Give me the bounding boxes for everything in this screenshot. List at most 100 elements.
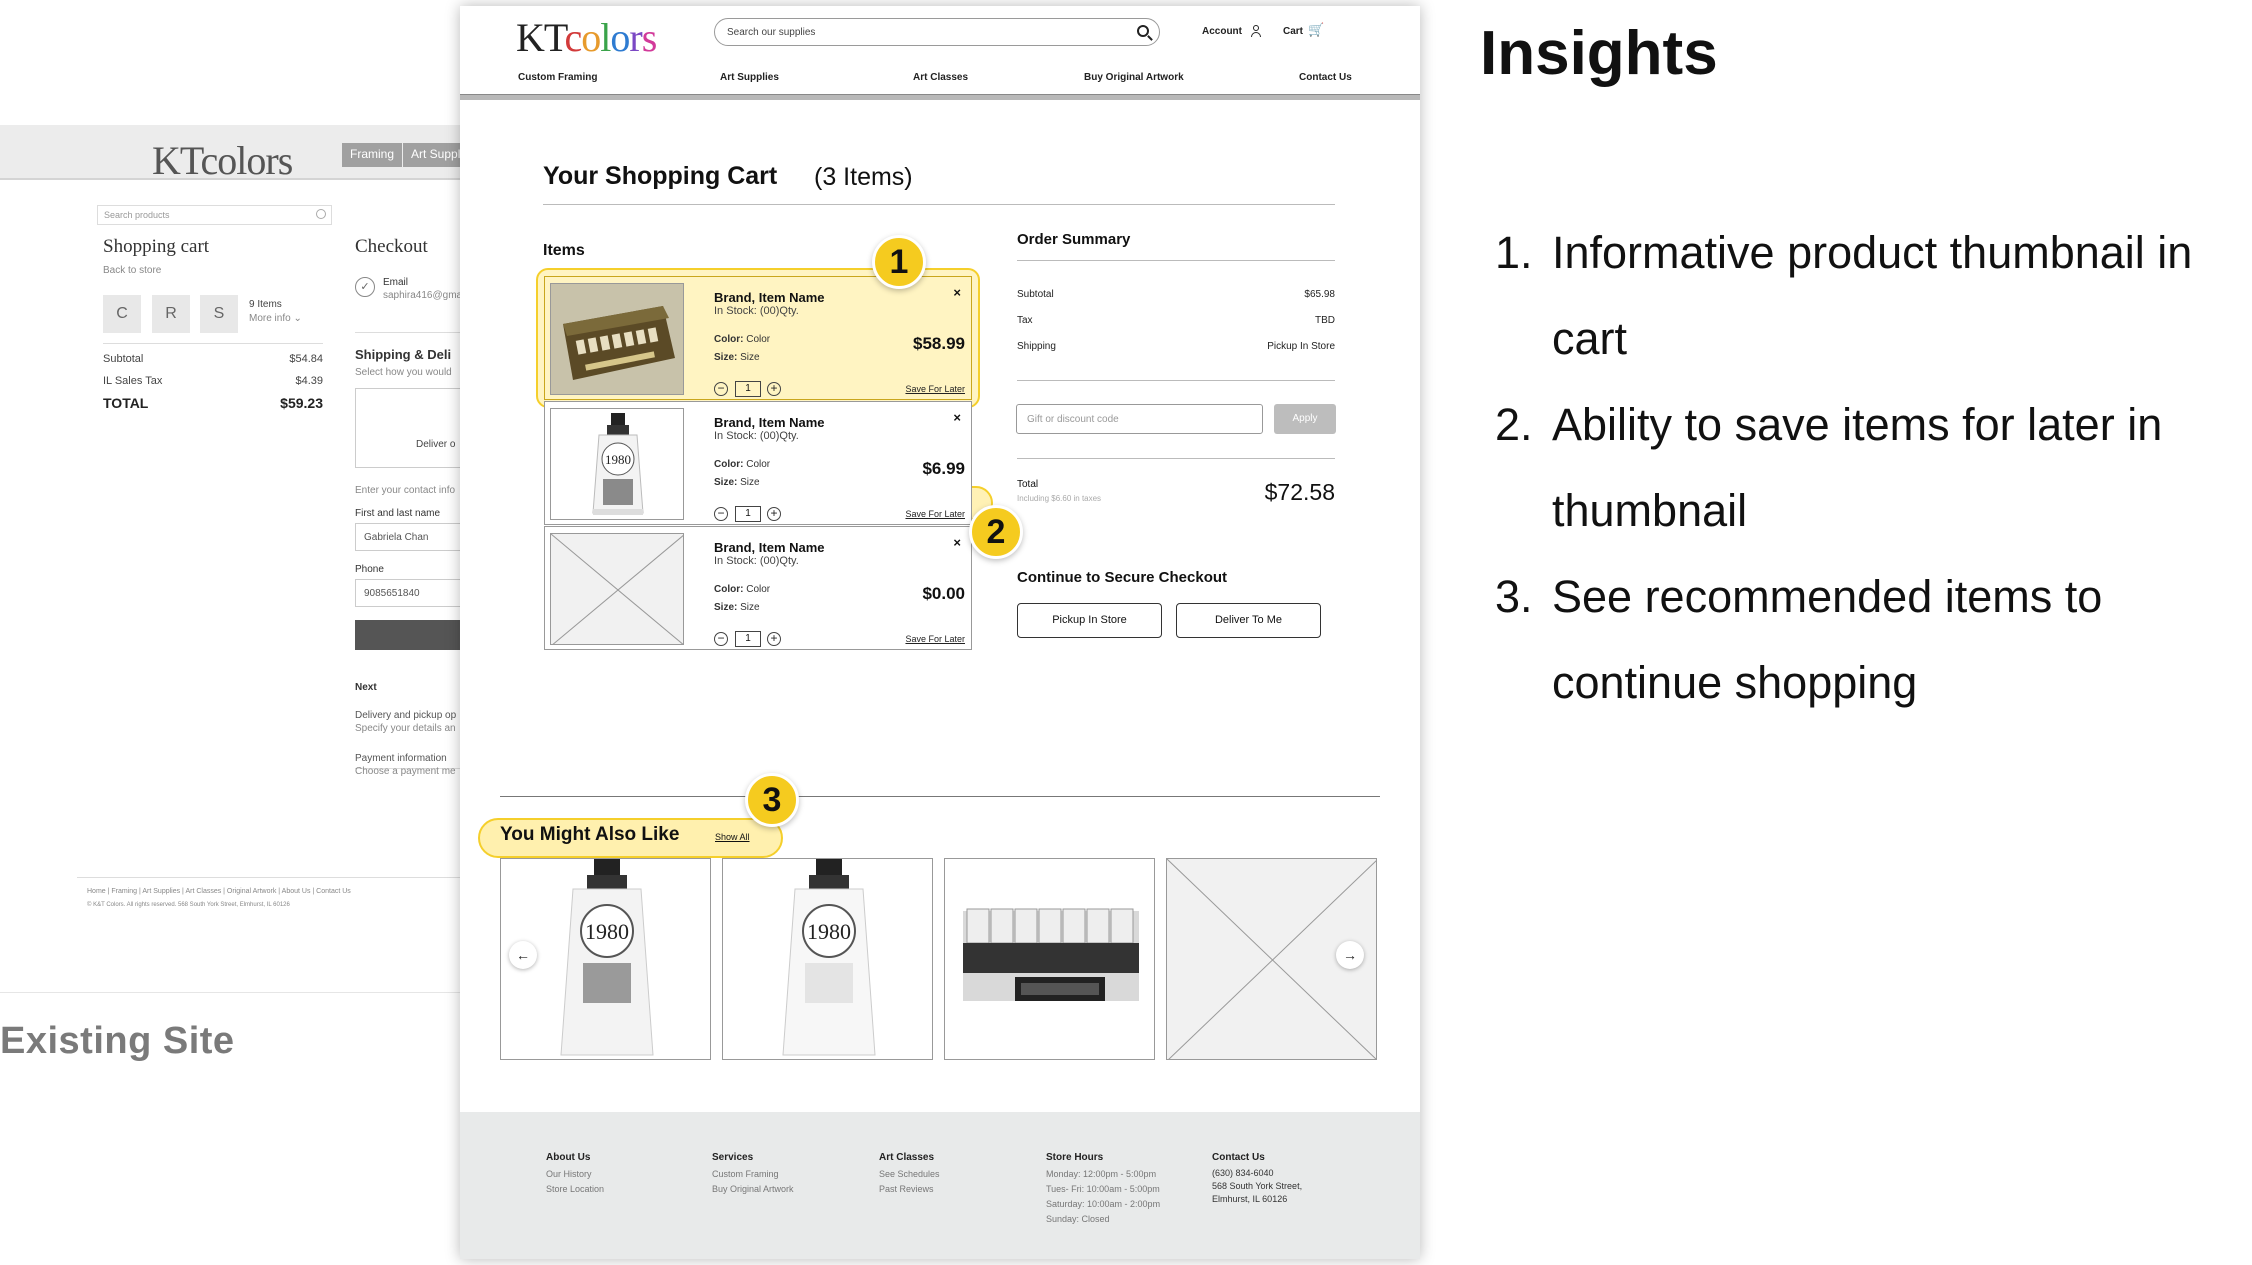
footer-text: Tues- Fri: 10:00am - 5:00pm bbox=[1046, 1184, 1160, 1194]
remove-item-icon[interactable]: × bbox=[953, 535, 961, 550]
remove-item-icon[interactable]: × bbox=[953, 285, 961, 300]
nav-buy-original-artwork[interactable]: Buy Original Artwork bbox=[1084, 72, 1184, 83]
qty-input[interactable]: 1 bbox=[735, 381, 761, 397]
item-size: Size: Size bbox=[714, 352, 760, 363]
qty-increase-button[interactable]: + bbox=[767, 507, 781, 521]
insight-item: 2. Ability to save items for later in thu… bbox=[1495, 382, 2252, 554]
old-back-link[interactable]: Back to store bbox=[103, 265, 161, 276]
footer-link[interactable]: Past Reviews bbox=[879, 1182, 1039, 1197]
recommendations-title: You Might Also Like bbox=[500, 824, 680, 845]
old-search-input[interactable]: Search products bbox=[97, 205, 332, 225]
footer-heading: Contact Us bbox=[1212, 1152, 1265, 1163]
old-footer-links[interactable]: Home | Framing | Art Supplies | Art Clas… bbox=[87, 888, 351, 895]
deliver-to-me-button[interactable]: Deliver To Me bbox=[1176, 603, 1321, 638]
old-thumb: C bbox=[103, 295, 141, 333]
account-link[interactable]: Account bbox=[1202, 26, 1242, 37]
insights-list: 1. Informative product thumbnail in cart … bbox=[1495, 210, 2252, 726]
insight-item: 3. See recommended items to continue shop… bbox=[1495, 554, 2252, 726]
nav-art-classes[interactable]: Art Classes bbox=[913, 72, 968, 83]
footer-heading: Art Classes bbox=[879, 1152, 935, 1163]
site-logo[interactable]: KTcolors bbox=[516, 14, 657, 61]
order-summary-title: Order Summary bbox=[1017, 231, 1131, 248]
old-logo: KTcolors bbox=[152, 138, 293, 183]
old-thumb: R bbox=[152, 295, 190, 333]
cart-icon[interactable]: 🛒 bbox=[1308, 23, 1324, 37]
old-more-info[interactable]: More info ⌄ bbox=[249, 313, 302, 324]
footer-link[interactable]: Store Location bbox=[546, 1182, 706, 1197]
callout-badge-2: 2 bbox=[969, 505, 1023, 559]
footer-phone[interactable]: (630) 834-6040 bbox=[1212, 1167, 1372, 1180]
insight-item: 1. Informative product thumbnail in cart bbox=[1495, 210, 2252, 382]
summary-tax-row: Tax TBD bbox=[1017, 315, 1335, 326]
search-icon bbox=[316, 209, 326, 219]
item-size: Size: Size bbox=[714, 477, 760, 488]
qty-input[interactable]: 1 bbox=[735, 631, 761, 647]
cart-mockup-page: KTcolors Search our supplies Account Car… bbox=[460, 6, 1420, 1259]
old-continue-button[interactable] bbox=[355, 620, 470, 650]
footer-address: 568 South York Street, bbox=[1212, 1181, 1303, 1191]
qty-decrease-button[interactable]: − bbox=[714, 632, 728, 646]
pickup-in-store-button[interactable]: Pickup In Store bbox=[1017, 603, 1162, 638]
footer-heading: Store Hours bbox=[1046, 1152, 1104, 1163]
divider bbox=[0, 992, 470, 993]
old-tax-row: IL Sales Tax $4.39 bbox=[103, 375, 323, 387]
item-name[interactable]: Brand, Item Name bbox=[714, 290, 825, 305]
old-next-label: Next bbox=[355, 682, 377, 693]
old-nav-framing[interactable]: Framing bbox=[342, 143, 403, 167]
chevron-down-icon: ⌄ bbox=[293, 313, 302, 324]
footer-link[interactable]: Our History bbox=[546, 1167, 706, 1182]
save-for-later-link[interactable]: Save For Later bbox=[905, 509, 965, 519]
qty-input[interactable]: 1 bbox=[735, 506, 761, 522]
tube-label-text: 1980 bbox=[605, 452, 631, 467]
show-all-link[interactable]: Show All bbox=[715, 832, 750, 842]
old-header: KTcolors Framing Art Supplies bbox=[0, 125, 470, 183]
old-checkout-title: Checkout bbox=[355, 236, 428, 257]
old-subtotal-row: Subtotal $54.84 bbox=[103, 353, 323, 365]
footer-link[interactable]: See Schedules bbox=[879, 1167, 1039, 1182]
footer-column: Store Hours Monday: 12:00pm - 5:00pm Tue… bbox=[1046, 1152, 1206, 1227]
old-next-1-sub: Specify your details an bbox=[355, 723, 456, 734]
footer-text: Sunday: Closed bbox=[1046, 1214, 1110, 1224]
gift-code-input[interactable]: Gift or discount code bbox=[1016, 404, 1263, 434]
product-thumbnail-placeholder[interactable] bbox=[550, 533, 684, 645]
search-icon[interactable] bbox=[1137, 25, 1149, 37]
cart-link[interactable]: Cart bbox=[1283, 26, 1303, 37]
qty-increase-button[interactable]: + bbox=[767, 632, 781, 646]
tube-label-text: 1980 bbox=[585, 919, 629, 944]
old-name-field[interactable]: Gabriela Chan bbox=[355, 523, 470, 551]
insight-number: 1. bbox=[1495, 227, 1533, 278]
apply-button[interactable]: Apply bbox=[1274, 404, 1336, 434]
item-name[interactable]: Brand, Item Name bbox=[714, 540, 825, 555]
qty-decrease-button[interactable]: − bbox=[714, 382, 728, 396]
old-deliver-option[interactable]: Deliver o bbox=[355, 388, 470, 468]
check-icon: ✓ bbox=[355, 277, 375, 297]
nav-art-supplies[interactable]: Art Supplies bbox=[720, 72, 779, 83]
footer-link[interactable]: Buy Original Artwork bbox=[712, 1182, 872, 1197]
product-thumbnail[interactable]: 1980 bbox=[550, 408, 684, 520]
summary-subtotal-row: Subtotal $65.98 bbox=[1017, 289, 1335, 300]
footer-link[interactable]: Custom Framing bbox=[712, 1167, 872, 1182]
old-shipping-sub: Select how you would bbox=[355, 367, 452, 378]
nav-custom-framing[interactable]: Custom Framing bbox=[518, 72, 597, 83]
nav-contact-us[interactable]: Contact Us bbox=[1299, 72, 1352, 83]
old-phone-field[interactable]: 9085651840 bbox=[355, 579, 470, 607]
old-next-2-title: Payment information bbox=[355, 753, 447, 764]
paint-set-image bbox=[963, 908, 1139, 1001]
account-icon[interactable] bbox=[1250, 25, 1262, 37]
remove-item-icon[interactable]: × bbox=[953, 410, 961, 425]
recommended-product-card[interactable] bbox=[944, 858, 1155, 1060]
recommended-product-card[interactable]: 1980 bbox=[722, 858, 933, 1060]
old-shipping-title: Shipping & Deli bbox=[355, 347, 452, 362]
product-thumbnail[interactable] bbox=[550, 283, 684, 395]
qty-decrease-button[interactable]: − bbox=[714, 507, 728, 521]
qty-increase-button[interactable]: + bbox=[767, 382, 781, 396]
carousel-prev-icon[interactable]: ← bbox=[509, 941, 537, 969]
search-input[interactable]: Search our supplies bbox=[714, 18, 1160, 46]
footer-column: About Us Our History Store Location bbox=[546, 1152, 706, 1197]
carousel-next-icon[interactable]: → bbox=[1336, 941, 1364, 969]
item-name[interactable]: Brand, Item Name bbox=[714, 415, 825, 430]
summary-shipping-row: Shipping Pickup In Store bbox=[1017, 341, 1335, 352]
save-for-later-link[interactable]: Save For Later bbox=[905, 634, 965, 644]
save-for-later-link[interactable]: Save For Later bbox=[905, 384, 965, 394]
divider bbox=[1017, 260, 1335, 261]
